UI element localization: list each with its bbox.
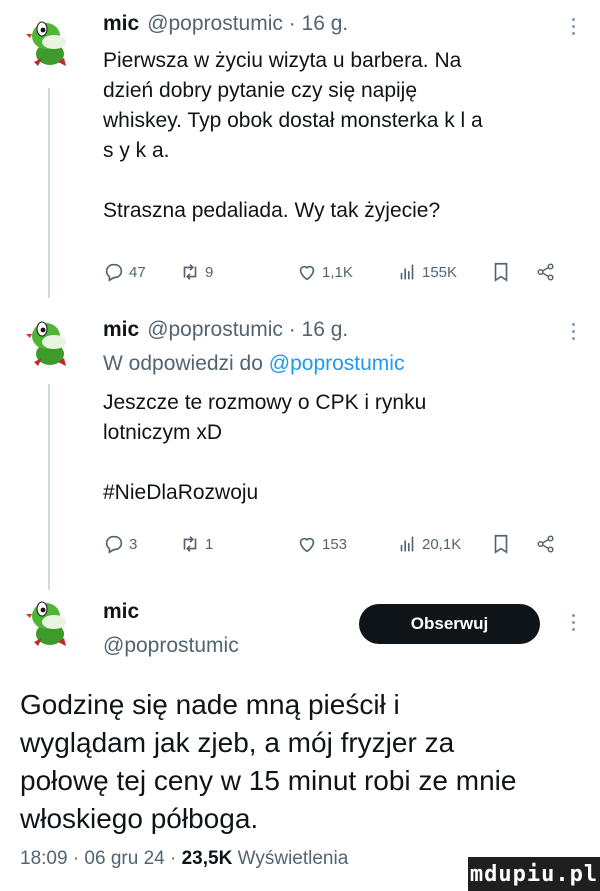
main-tweet-text: Godzinę się nade mną pieścił i wyglądam …: [20, 689, 517, 834]
views-bar-chart-icon: [400, 264, 414, 280]
tweet-text: Pierwsza w życiu wizyta u barbera. Na dz…: [103, 49, 483, 222]
thread-line: [48, 384, 50, 590]
reply-button[interactable]: 47: [103, 258, 146, 286]
views-button[interactable]: 155K: [396, 258, 457, 286]
retweet-button[interactable]: 9: [179, 258, 213, 286]
views-count: 23,5K: [181, 848, 233, 869]
yoshi-avatar-icon: [26, 21, 66, 66]
timestamp[interactable]: 18:09 · 06 gru 24 ·: [20, 848, 182, 869]
heart-icon: [299, 537, 315, 553]
views-bar-chart-icon: [400, 536, 414, 552]
more-options-icon[interactable]: [570, 18, 576, 35]
like-count: 153: [322, 535, 348, 553]
share-button[interactable]: [535, 530, 557, 558]
views-label: Wyświetlenia: [232, 848, 349, 869]
reply-to-prefix: W odpowiedzi do: [103, 352, 269, 375]
tweet-actions: 3 1 153 20,1K: [103, 530, 563, 558]
tweet-header: mic @poprostumic · 16 g.: [103, 12, 348, 36]
watermark-logo: mdupiu.pl: [468, 857, 600, 891]
share-button[interactable]: [535, 258, 557, 286]
like-button[interactable]: 153: [296, 530, 347, 558]
avatar[interactable]: [24, 18, 74, 68]
avatar[interactable]: [24, 318, 74, 368]
retweet-button[interactable]: 1: [179, 530, 213, 558]
reply-button[interactable]: 3: [103, 530, 137, 558]
reply-icon: [105, 263, 123, 282]
main-tweet-handle-row: @poprostumic: [103, 634, 239, 658]
reply-to-line: W odpowiedzi do @poprostumic: [103, 352, 404, 376]
tweet-timestamp-and-views: 18:09 · 06 gru 24 · 23,5K Wyświetlenia: [20, 848, 348, 870]
yoshi-avatar-icon: [26, 321, 66, 366]
views-count: 155K: [422, 263, 458, 281]
bookmark-button[interactable]: [490, 530, 512, 558]
like-count: 1,1K: [322, 263, 353, 281]
yoshi-avatar-icon: [26, 601, 66, 646]
like-button[interactable]: 1,1K: [296, 258, 353, 286]
thread-line: [48, 88, 50, 298]
display-name[interactable]: mic: [103, 318, 139, 342]
share-icon: [537, 535, 554, 553]
bookmark-icon: [494, 534, 508, 554]
share-icon: [537, 263, 554, 281]
follow-button[interactable]: Obserwuj: [359, 604, 540, 644]
views-count: 20,1K: [422, 535, 462, 553]
display-name[interactable]: mic: [103, 12, 139, 36]
tweet-header: mic @poprostumic · 16 g.: [103, 318, 348, 342]
handle-and-time[interactable]: @poprostumic · 16 g.: [147, 12, 348, 36]
more-options-icon[interactable]: [570, 323, 576, 340]
reply-count: 3: [129, 535, 138, 553]
retweet-count: 1: [205, 535, 214, 553]
bookmark-button[interactable]: [490, 258, 512, 286]
retweet-icon: [183, 264, 197, 280]
bookmark-icon: [494, 262, 508, 282]
views-button[interactable]: 20,1K: [396, 530, 461, 558]
heart-icon: [299, 265, 315, 281]
avatar[interactable]: [24, 598, 74, 648]
main-tweet-name-row: mic: [103, 600, 147, 624]
more-options-icon[interactable]: [570, 614, 576, 631]
retweet-icon: [183, 536, 197, 552]
tweet-actions: 47 9 1,1K 155K: [103, 258, 563, 286]
display-name[interactable]: mic: [103, 600, 139, 624]
reply-icon: [105, 535, 123, 554]
retweet-count: 9: [205, 263, 214, 281]
tweet-text: Jeszcze te rozmowy o CPK i rynku lotnicz…: [103, 391, 427, 504]
reply-to-handle-link[interactable]: @poprostumic: [269, 352, 405, 375]
handle[interactable]: @poprostumic: [103, 634, 239, 658]
reply-count: 47: [129, 263, 146, 281]
handle-and-time[interactable]: @poprostumic · 16 g.: [147, 318, 348, 342]
